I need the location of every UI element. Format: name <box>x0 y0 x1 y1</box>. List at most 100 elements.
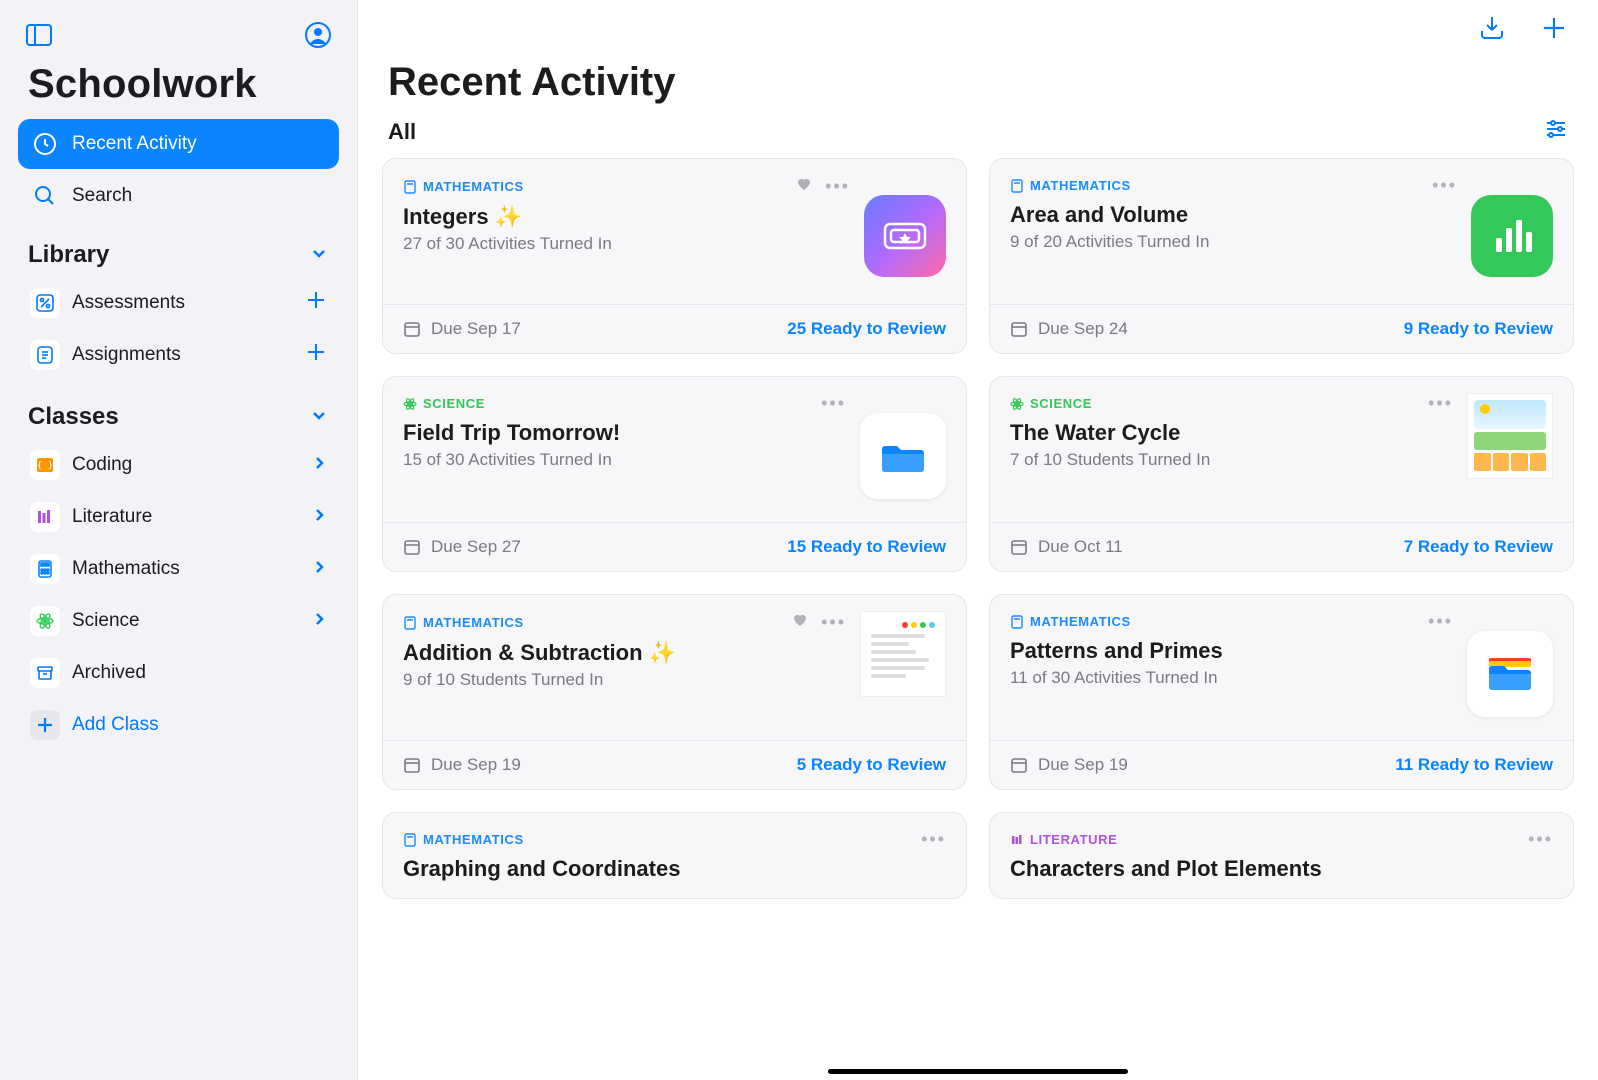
card-more-button[interactable]: ••• <box>1432 175 1457 196</box>
ready-to-review-link[interactable]: 11 Ready to Review <box>1395 755 1553 775</box>
card-title: Characters and Plot Elements <box>1010 856 1553 882</box>
sidebar-item-label: Add Class <box>72 714 327 736</box>
subject-tag: SCIENCE <box>403 396 485 411</box>
ready-to-review-link[interactable]: 5 Ready to Review <box>797 755 946 775</box>
code-icon: { } <box>30 450 60 480</box>
sidebar-item-label: Recent Activity <box>72 133 197 155</box>
activity-card[interactable]: SCIENCE ••• The Water Cycle 7 of 10 Stud… <box>989 376 1574 572</box>
sidebar-item-label: Mathematics <box>72 558 311 580</box>
plus-icon <box>1541 15 1567 41</box>
sidebar-item-search[interactable]: Search <box>18 171 339 221</box>
card-title: Field Trip Tomorrow! <box>403 420 846 446</box>
import-button[interactable] <box>1472 8 1512 48</box>
chevron-down-icon <box>309 405 329 430</box>
activity-card[interactable]: SCIENCE ••• Field Trip Tomorrow! 15 of 3… <box>382 376 967 572</box>
ticket-icon <box>879 210 931 262</box>
subject-tag: LITERATURE <box>1010 832 1117 847</box>
card-more-button[interactable]: ••• <box>1428 611 1453 632</box>
card-thumbnail <box>860 611 946 697</box>
subject-label: MATHEMATICS <box>1030 614 1131 629</box>
archive-icon <box>30 658 60 688</box>
ready-to-review-link[interactable]: 7 Ready to Review <box>1404 537 1553 557</box>
subject-tag: MATHEMATICS <box>403 615 524 630</box>
heart-icon <box>795 175 813 193</box>
sidebar-item-assignments[interactable]: Assignments <box>18 329 339 381</box>
account-button[interactable] <box>301 18 335 52</box>
add-assessment-button[interactable] <box>305 289 327 318</box>
activity-card[interactable]: MATHEMATICS ••• Patterns and Primes 11 o… <box>989 594 1574 790</box>
tray-download-icon <box>1478 14 1506 42</box>
activity-card[interactable]: MATHEMATICS ••• Area and Volume 9 of 20 … <box>989 158 1574 354</box>
atom-icon <box>1010 397 1024 411</box>
card-more-button[interactable]: ••• <box>1528 829 1553 850</box>
clock-icon <box>32 131 58 157</box>
activity-card[interactable]: MATHEMATICS ••• Addition & Subtraction ✨… <box>382 594 967 790</box>
sidebar-item-class-coding[interactable]: { } Coding <box>18 439 339 491</box>
add-assignment-button[interactable] <box>305 341 327 370</box>
main-content: Recent Activity All MATHEMATICS <box>358 0 1598 1080</box>
toggle-sidebar-button[interactable] <box>22 18 56 52</box>
search-icon <box>32 183 58 209</box>
sidebar-item-assessments[interactable]: Assessments <box>18 277 339 329</box>
chevron-down-icon <box>309 243 329 268</box>
atom-icon <box>30 606 60 636</box>
card-thumbnail <box>1467 393 1553 479</box>
sliders-icon <box>1544 117 1568 141</box>
document-icon <box>30 340 60 370</box>
library-header[interactable]: Library <box>0 223 357 273</box>
card-title: Integers ✨ <box>403 204 850 230</box>
activity-card[interactable]: MATHEMATICS ••• Integers ✨ 27 of 30 Acti… <box>382 158 967 354</box>
card-thumbnail <box>860 413 946 499</box>
ready-to-review-link[interactable]: 15 Ready to Review <box>787 537 946 557</box>
calendar-icon <box>403 756 421 774</box>
heart-icon <box>791 611 809 629</box>
activity-card[interactable]: LITERATURE ••• Characters and Plot Eleme… <box>989 812 1574 899</box>
home-indicator[interactable] <box>828 1069 1128 1074</box>
sidebar-item-label: Assignments <box>72 344 305 366</box>
card-more-button[interactable]: ••• <box>825 176 850 197</box>
sidebar-item-label: Assessments <box>72 292 305 314</box>
subject-label: MATHEMATICS <box>1030 178 1131 193</box>
card-more-button[interactable]: ••• <box>1428 393 1453 414</box>
add-class-button[interactable]: Add Class <box>18 699 339 751</box>
card-more-button[interactable]: ••• <box>821 612 846 633</box>
calculator-icon <box>1010 179 1024 193</box>
filter-label[interactable]: All <box>388 119 416 145</box>
ready-to-review-link[interactable]: 25 Ready to Review <box>787 319 946 339</box>
due-date: Due Sep 19 <box>1010 755 1128 775</box>
sidebar-item-recent-activity[interactable]: Recent Activity <box>18 119 339 169</box>
chevron-right-icon <box>311 611 327 632</box>
classes-header[interactable]: Classes <box>0 385 357 435</box>
plus-icon <box>30 710 60 740</box>
subject-tag: MATHEMATICS <box>403 832 524 847</box>
calendar-icon <box>403 320 421 338</box>
subject-label: MATHEMATICS <box>423 179 524 194</box>
card-more-button[interactable]: ••• <box>921 829 946 850</box>
favorite-button[interactable] <box>795 175 813 198</box>
person-circle-icon <box>304 21 332 49</box>
card-subtitle: 27 of 30 Activities Turned In <box>403 234 850 254</box>
card-thumbnail <box>1467 631 1553 717</box>
sidebar-item-label: Coding <box>72 454 311 476</box>
calendar-icon <box>403 538 421 556</box>
create-button[interactable] <box>1534 8 1574 48</box>
calculator-icon <box>1010 615 1024 629</box>
card-title: Area and Volume <box>1010 202 1457 228</box>
subject-tag: MATHEMATICS <box>403 179 524 194</box>
sidebar-item-class-literature[interactable]: Literature <box>18 491 339 543</box>
ready-to-review-link[interactable]: 9 Ready to Review <box>1404 319 1553 339</box>
calendar-icon <box>1010 320 1028 338</box>
sidebar-item-archived[interactable]: Archived <box>18 647 339 699</box>
favorite-button[interactable] <box>791 611 809 634</box>
books-icon <box>30 502 60 532</box>
section-title: Classes <box>28 403 119 431</box>
filter-options-button[interactable] <box>1544 117 1568 146</box>
card-subtitle: 15 of 30 Activities Turned In <box>403 450 846 470</box>
card-more-button[interactable]: ••• <box>821 393 846 414</box>
sidebar-item-label: Science <box>72 610 311 632</box>
folder-icon <box>1484 648 1536 700</box>
sidebar-item-class-science[interactable]: Science <box>18 595 339 647</box>
chevron-right-icon <box>311 507 327 528</box>
sidebar-item-class-mathematics[interactable]: Mathematics <box>18 543 339 595</box>
activity-card[interactable]: MATHEMATICS ••• Graphing and Coordinates <box>382 812 967 899</box>
